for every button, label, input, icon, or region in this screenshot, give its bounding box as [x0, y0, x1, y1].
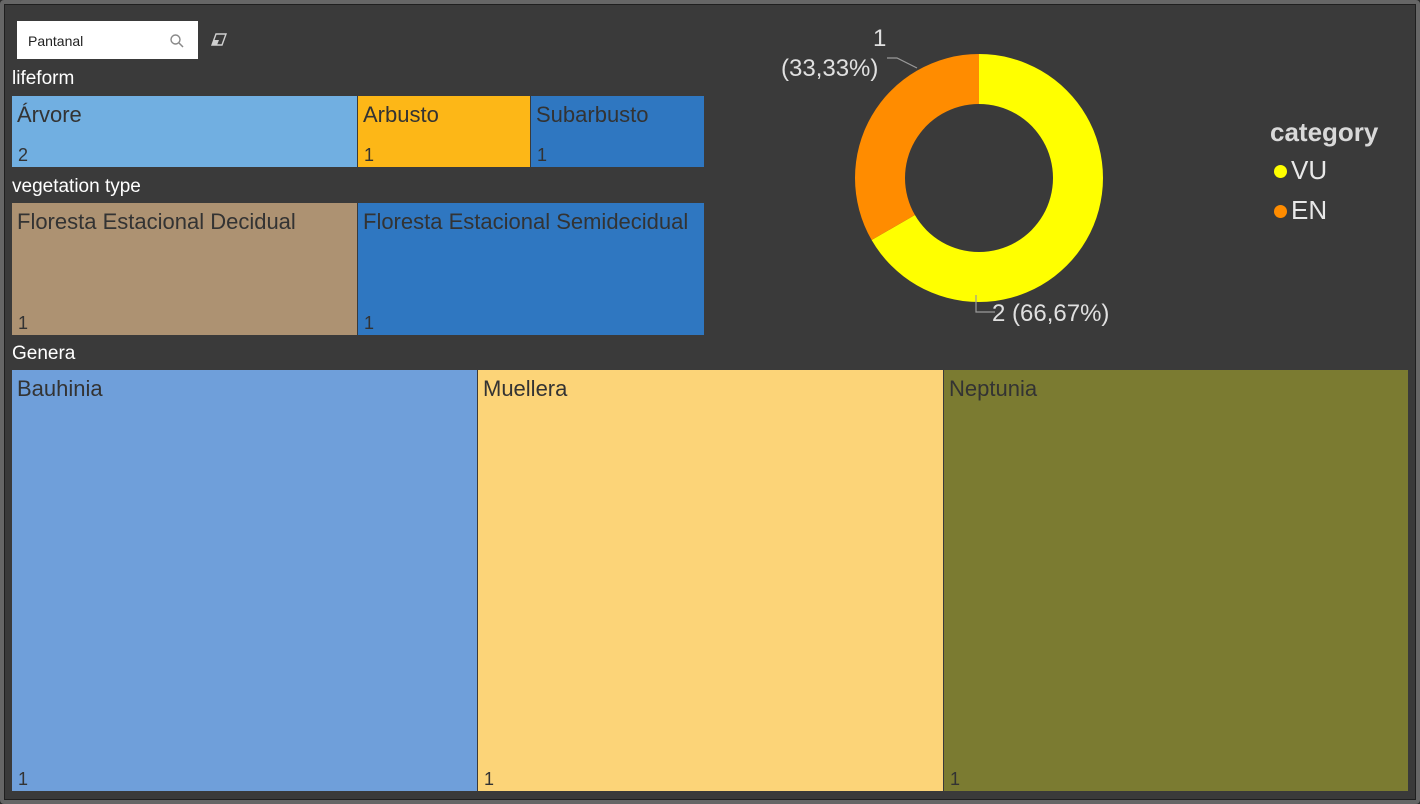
tile-count: 1: [950, 769, 961, 789]
vegetation-title: vegetation type: [12, 176, 141, 197]
legend-item-vu[interactable]: VU: [1291, 155, 1327, 186]
vegetation-tile-semidecidual[interactable]: Floresta Estacional Semidecidual 1: [358, 203, 704, 335]
tile-count: 1: [364, 313, 375, 333]
data-label-vu-percent: (66,67%): [1012, 300, 1110, 327]
lifeform-tile-arvore[interactable]: Árvore 2: [12, 96, 357, 167]
tile-label: Subarbusto: [536, 102, 649, 127]
legend-title: category: [1270, 117, 1379, 147]
genera-tile-muellera[interactable]: Muellera 1: [478, 370, 943, 791]
genera-tile-bauhinia[interactable]: Bauhinia 1: [12, 370, 477, 791]
tile-label: Floresta Estacional Semidecidual: [363, 209, 689, 234]
lifeform-title: lifeform: [12, 68, 75, 89]
leader-line-en: [887, 57, 918, 69]
tile-count: 2: [18, 145, 29, 165]
legend-item-en[interactable]: EN: [1291, 195, 1327, 226]
data-label-en-value: 1: [873, 25, 887, 52]
tile-count: 1: [537, 145, 548, 165]
tile-count: 1: [18, 769, 29, 789]
tile-label: Neptunia: [949, 376, 1038, 401]
tile-label: Muellera: [483, 376, 568, 401]
search-input[interactable]: Pantanal: [28, 33, 83, 49]
data-label-en-percent: (33,33%): [781, 55, 879, 82]
tile-label: Arbusto: [363, 102, 439, 127]
donut-slices: [855, 54, 1103, 302]
tile-count: 1: [18, 313, 29, 333]
tile-label: Floresta Estacional Decidual: [17, 209, 296, 234]
genera-title: Genera: [12, 343, 76, 364]
legend-dot-en: [1274, 205, 1287, 218]
tile-label: Árvore: [17, 102, 82, 127]
vegetation-tile-decidual[interactable]: Floresta Estacional Decidual 1: [12, 203, 357, 335]
genera-tile-neptunia[interactable]: Neptunia 1: [944, 370, 1408, 791]
search-slicer[interactable]: Pantanal: [17, 21, 198, 59]
report-canvas: Pantanal lifeform Árvore 2 Arbusto 1 Sub…: [0, 0, 1420, 804]
tile-count: 1: [484, 769, 495, 789]
legend-dot-vu: [1274, 165, 1287, 178]
category-donut-chart: [855, 54, 1103, 313]
data-label-vu-value: 2: [992, 300, 1006, 327]
lifeform-tile-arbusto[interactable]: Arbusto 1: [358, 96, 530, 167]
search-icon[interactable]: [169, 33, 185, 49]
tile-count: 1: [364, 145, 375, 165]
data-label-vu: 2 (66,67%): [992, 300, 1109, 328]
eraser-icon[interactable]: [209, 32, 229, 48]
tile-label: Bauhinia: [17, 376, 103, 401]
lifeform-tile-subarbusto[interactable]: Subarbusto 1: [531, 96, 704, 167]
